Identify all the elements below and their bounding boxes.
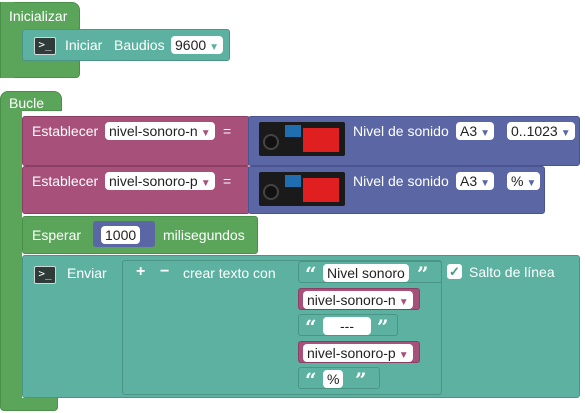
text-field-2[interactable]: ---	[323, 317, 371, 335]
triangle-down-icon: ▼	[209, 42, 220, 53]
set-variable-n-block[interactable]: Establecer nivel-sonoro-n ▼ =	[22, 116, 250, 166]
open-quote-icon: “	[305, 262, 317, 286]
text-item-3[interactable]: “ % ”	[298, 367, 380, 392]
range-value: 0..1023	[511, 123, 558, 139]
sound-sensor-module-image	[259, 172, 345, 206]
variable-dropdown-n-item[interactable]: nivel-sonoro-n ▼	[303, 291, 413, 309]
range-dropdown[interactable]: % ▼	[507, 172, 541, 190]
sound-sensor-block-raw[interactable]: Nivel de sonido A3 ▼ 0..1023 ▼	[248, 116, 580, 166]
triangle-down-icon: ▼	[526, 178, 537, 189]
sound-sensor-module-image	[259, 122, 345, 156]
range-dropdown[interactable]: 0..1023 ▼	[507, 122, 575, 140]
text-field-1[interactable]: Nivel sonoro	[323, 264, 409, 282]
triangle-down-icon: ▼	[480, 178, 491, 189]
setup-title: Inicializar	[9, 8, 68, 24]
text-item-1[interactable]: “ Nivel sonoro ”	[298, 261, 442, 286]
sound-level-label: Nivel de sonido	[353, 123, 449, 139]
range-value: %	[511, 173, 524, 189]
variable-dropdown-p-item[interactable]: nivel-sonoro-p ▼	[303, 344, 413, 362]
send-label: Enviar	[67, 265, 107, 281]
set-variable-p-block[interactable]: Establecer nivel-sonoro-p ▼ =	[22, 166, 250, 214]
terminal-icon: >_	[34, 37, 56, 55]
set-label: Establecer	[32, 173, 99, 189]
baud-rate-dropdown[interactable]: 9600 ▼	[171, 36, 224, 54]
loop-title: Bucle	[9, 95, 45, 111]
wait-label: Esperar	[32, 227, 82, 243]
open-quote-icon: “	[305, 368, 317, 392]
set-label: Establecer	[32, 123, 99, 139]
minus-button[interactable]: −	[160, 263, 169, 281]
pin-value: A3	[460, 173, 478, 189]
triangle-down-icon: ▼	[398, 297, 409, 308]
triangle-down-icon: ▼	[560, 128, 571, 139]
triangle-down-icon: ▼	[200, 178, 211, 189]
serial-begin-label: Iniciar	[65, 37, 103, 53]
variable-name: nivel-sonoro-p	[109, 173, 198, 189]
wait-ms-input[interactable]: 1000	[101, 226, 141, 244]
newline-checkbox[interactable]: ✓	[447, 264, 462, 279]
wait-block[interactable]: Esperar 1000 milisegundos	[22, 216, 258, 254]
wait-unit-label: milisegundos	[163, 227, 245, 243]
variable-name: nivel-sonoro-n	[109, 123, 198, 139]
variable-name: nivel-sonoro-p	[307, 345, 396, 361]
variable-item-p[interactable]: nivel-sonoro-p ▼	[298, 341, 420, 363]
close-quote-icon: ”	[377, 315, 389, 339]
triangle-down-icon: ▼	[200, 128, 211, 139]
pin-dropdown[interactable]: A3 ▼	[456, 172, 495, 190]
terminal-icon: >_	[34, 266, 56, 284]
plus-button[interactable]: +	[136, 263, 145, 281]
open-quote-icon: “	[305, 315, 317, 339]
create-text-label: crear texto con	[183, 265, 276, 281]
triangle-down-icon: ▼	[398, 350, 409, 361]
variable-dropdown-p[interactable]: nivel-sonoro-p ▼	[105, 172, 215, 190]
newline-label: Salto de línea	[469, 264, 555, 280]
variable-dropdown-n[interactable]: nivel-sonoro-n ▼	[105, 122, 215, 140]
pin-value: A3	[460, 123, 478, 139]
text-field-3[interactable]: %	[323, 370, 344, 388]
sound-level-label: Nivel de sonido	[353, 173, 449, 189]
text-item-2[interactable]: “ --- ”	[298, 314, 398, 339]
close-quote-icon: ”	[417, 262, 429, 286]
baud-rate-value: 9600	[175, 37, 207, 53]
equals-label: =	[223, 173, 232, 189]
equals-label: =	[223, 123, 232, 139]
pin-dropdown[interactable]: A3 ▼	[456, 122, 495, 140]
variable-item-n[interactable]: nivel-sonoro-n ▼	[298, 288, 420, 310]
serial-begin-block[interactable]: >_ Iniciar Baudios 9600 ▼	[22, 29, 230, 61]
triangle-down-icon: ▼	[480, 128, 491, 139]
variable-name: nivel-sonoro-n	[307, 292, 396, 308]
close-quote-icon: ”	[355, 368, 367, 392]
baud-label: Baudios	[114, 37, 165, 53]
sound-sensor-block-percent[interactable]: Nivel de sonido A3 ▼ % ▼	[248, 166, 545, 214]
